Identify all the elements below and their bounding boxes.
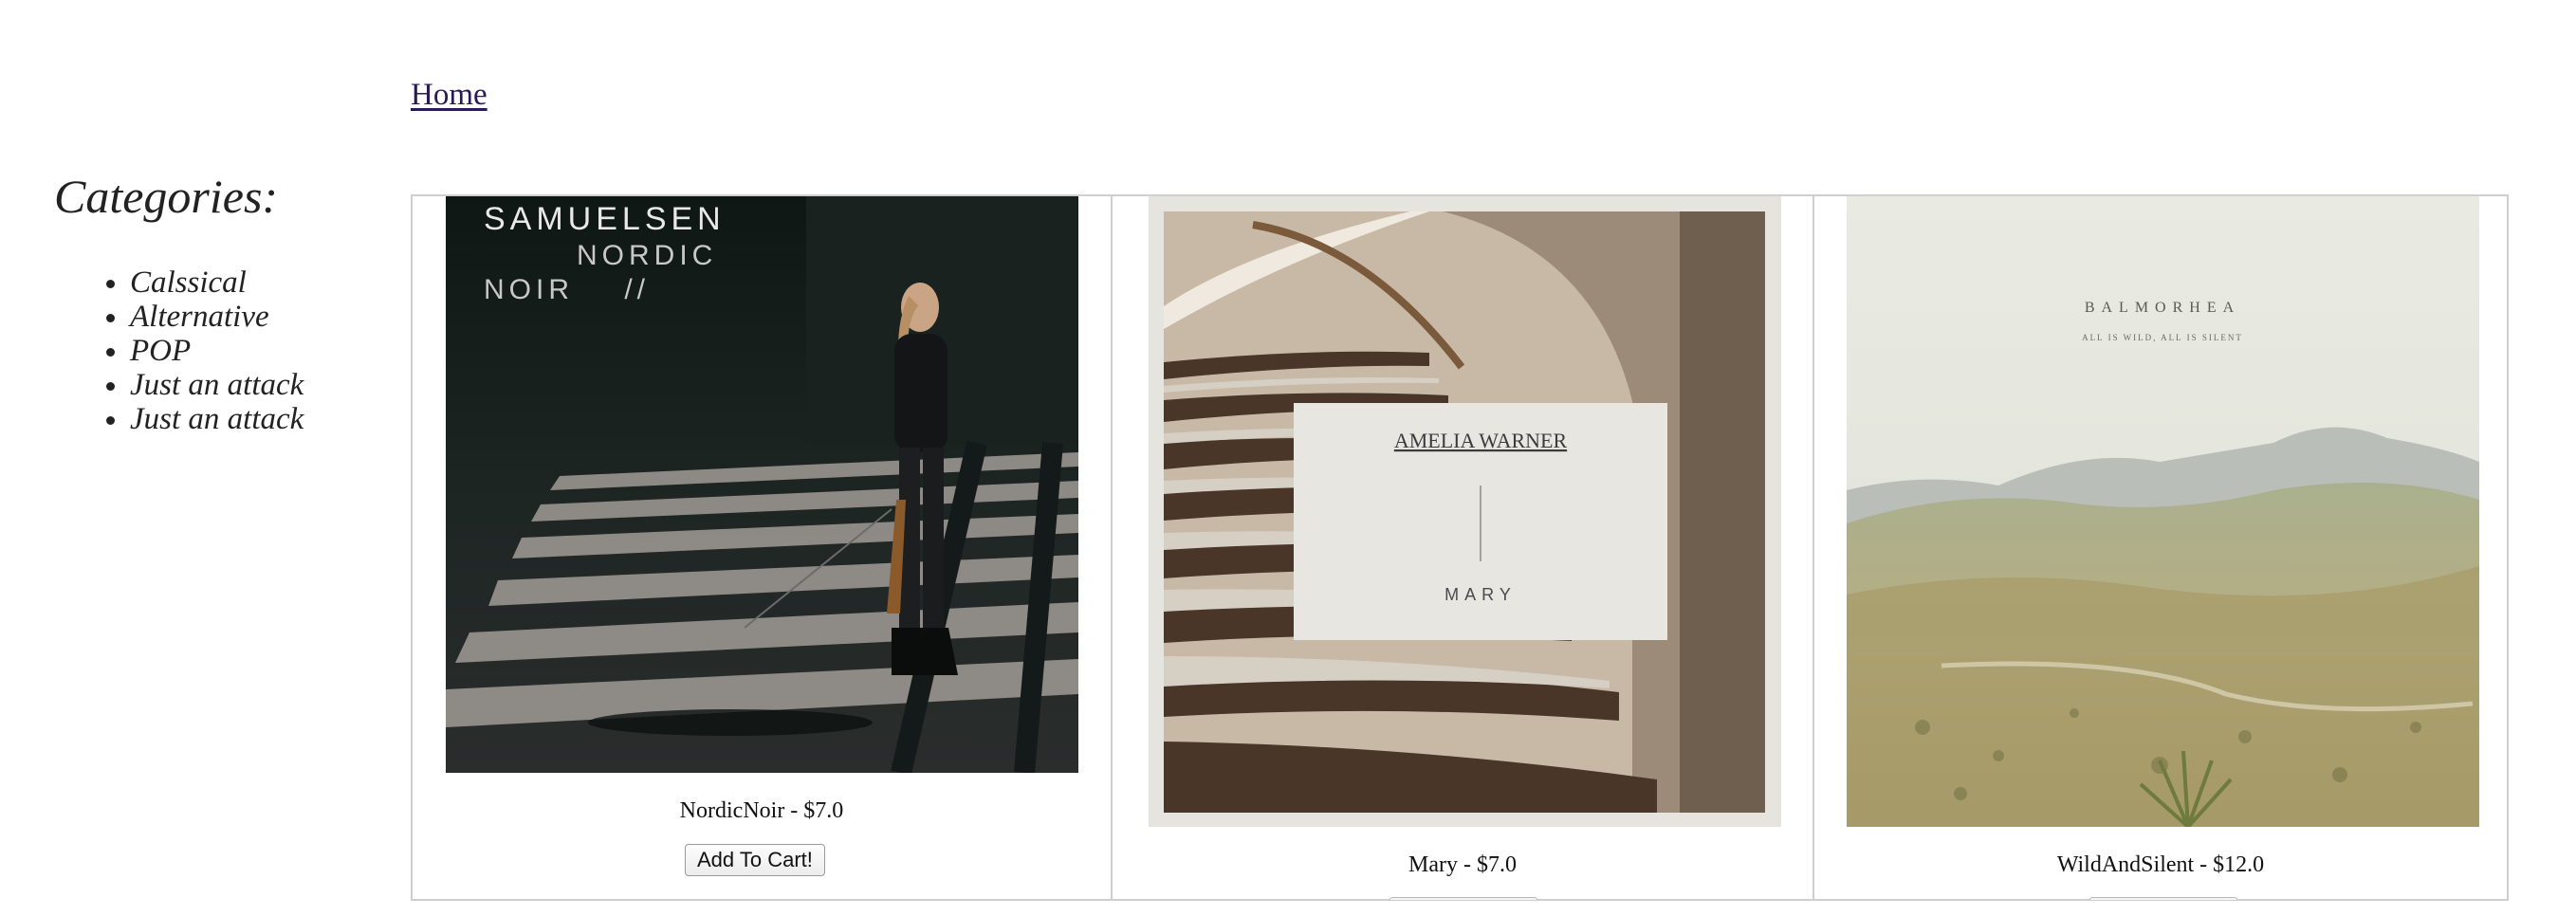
- add-to-cart-button[interactable]: [1389, 897, 1537, 900]
- category-item[interactable]: Just an attack: [130, 368, 304, 402]
- product-grid: SAMUELSEN NORDIC NOIR // NordicNoir - $7…: [411, 194, 2509, 901]
- cover-title-text: MARY: [1444, 585, 1517, 604]
- add-to-cart-button[interactable]: Add To Cart!: [685, 844, 825, 876]
- cover-title-line: NORDIC: [577, 240, 717, 271]
- categories-heading: Categories:: [54, 170, 279, 223]
- album-cover-art: BALMORHEA ALL IS WILD, ALL IS SILENT: [1847, 196, 2479, 827]
- product-card: BALMORHEA ALL IS WILD, ALL IS SILENT Wil…: [1814, 196, 2507, 900]
- product-caption: NordicNoir - $7.0: [679, 798, 844, 823]
- cover-artist-text: SAMUELSEN: [484, 201, 726, 237]
- cover-title-line: NOIR //: [484, 274, 650, 305]
- album-cover-image[interactable]: AMELIA WARNER MARY: [1149, 196, 1781, 827]
- album-cover-art: AMELIA WARNER MARY: [1149, 196, 1781, 827]
- cover-artist-text: AMELIA WARNER: [1394, 429, 1568, 452]
- categories-list: Calssical Alternative POP Just an attack…: [130, 266, 304, 436]
- album-cover-image[interactable]: BALMORHEA ALL IS WILD, ALL IS SILENT: [1847, 196, 2479, 827]
- album-cover-art: SAMUELSEN NORDIC NOIR //: [446, 196, 1078, 773]
- cover-subtitle-text: ALL IS WILD, ALL IS SILENT: [2082, 333, 2243, 342]
- category-item[interactable]: Alternative: [130, 300, 304, 334]
- album-cover-image[interactable]: SAMUELSEN NORDIC NOIR //: [446, 196, 1078, 773]
- product-caption: Mary - $7.0: [1408, 852, 1517, 877]
- product-card: SAMUELSEN NORDIC NOIR // NordicNoir - $7…: [413, 196, 1113, 899]
- cover-artist-text: BALMORHEA: [2085, 300, 2240, 316]
- add-to-cart-button[interactable]: [2089, 897, 2237, 900]
- category-item[interactable]: POP: [130, 334, 304, 368]
- category-item[interactable]: Calssical: [130, 266, 304, 300]
- product-card: AMELIA WARNER MARY Mary - $7.0: [1113, 196, 1814, 900]
- page: Home Categories: Calssical Alternative P…: [0, 0, 2576, 916]
- home-link[interactable]: Home: [411, 78, 488, 113]
- category-item[interactable]: Just an attack: [130, 402, 304, 436]
- product-caption: WildAndSilent - $12.0: [2056, 852, 2265, 877]
